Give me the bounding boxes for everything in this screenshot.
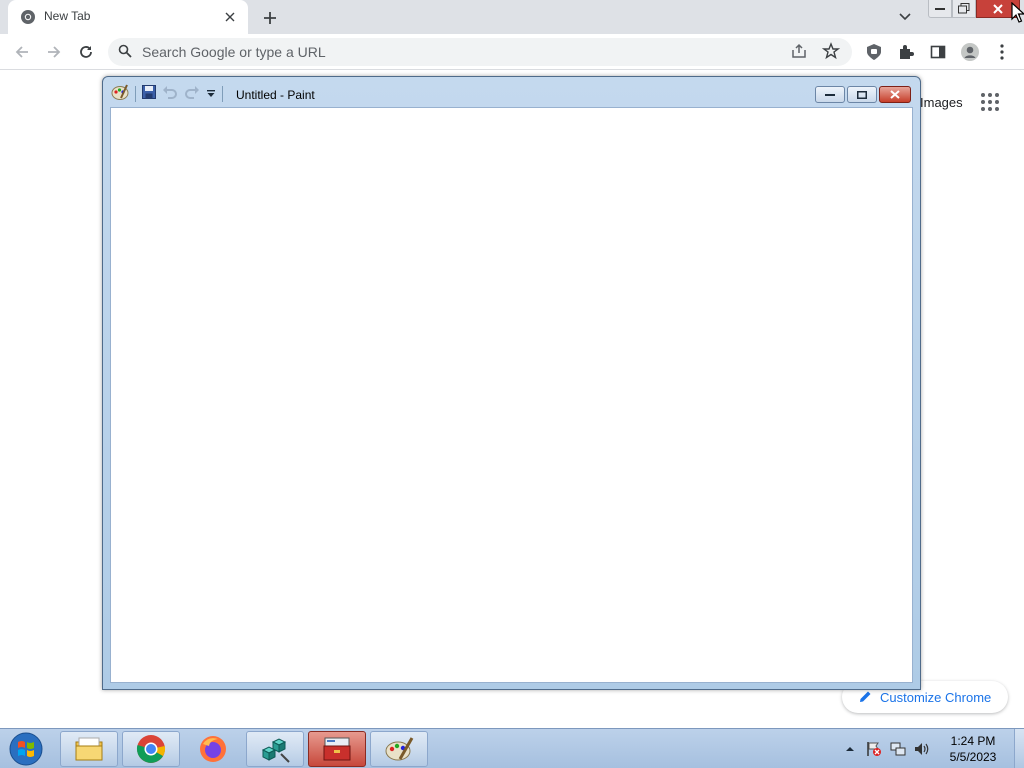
file-explorer-icon [75, 737, 103, 761]
new-tab-button[interactable] [258, 6, 282, 30]
taskbar-file-explorer[interactable] [60, 731, 118, 767]
tab-close-icon[interactable] [220, 7, 240, 27]
customize-chrome-label: Customize Chrome [880, 689, 992, 705]
taskbar-toolbox-app[interactable] [308, 731, 366, 767]
taskbar-chrome[interactable] [122, 731, 180, 767]
tab-strip: New Tab [0, 0, 1024, 34]
mouse-cursor-icon [1011, 1, 1024, 29]
tab-title: New Tab [44, 9, 91, 23]
quick-access-toolbar [111, 83, 223, 106]
share-icon[interactable] [790, 42, 808, 65]
chrome-favicon-icon [20, 9, 36, 25]
cubes-app-icon [261, 738, 290, 763]
paint-window: Untitled - Paint [102, 76, 921, 690]
firefox-icon [200, 736, 226, 762]
chrome-icon [136, 735, 166, 763]
omnibox-input[interactable] [142, 42, 742, 62]
omnibox[interactable] [108, 38, 852, 66]
taskbar: 1:24 PM 5/5/2023 [0, 728, 1024, 768]
tab-new-tab[interactable]: New Tab [8, 0, 248, 34]
google-apps-grid-icon[interactable] [980, 92, 1000, 112]
action-center-flag-icon[interactable] [866, 741, 882, 757]
tab-search-chevron-icon[interactable] [894, 6, 916, 28]
paint-minimize-button[interactable] [815, 86, 845, 103]
qat-separator [222, 86, 223, 102]
clock-time: 1:24 PM [950, 734, 996, 748]
extensions-puzzle-icon[interactable] [894, 40, 918, 64]
paint-icon [385, 737, 414, 761]
show-desktop-button[interactable] [1014, 729, 1024, 768]
taskbar-firefox[interactable] [184, 731, 242, 767]
reload-icon[interactable] [74, 40, 98, 64]
bookmark-star-icon[interactable] [821, 42, 841, 65]
shield-extension-icon[interactable] [862, 40, 886, 64]
qat-separator [135, 86, 136, 102]
back-arrow-icon[interactable] [10, 40, 34, 64]
qat-customize-dropdown-icon[interactable] [206, 85, 216, 103]
save-icon[interactable] [142, 84, 156, 104]
paint-titlebar[interactable]: Untitled - Paint [103, 77, 920, 107]
paint-close-button[interactable] [879, 86, 911, 103]
search-icon [118, 44, 132, 63]
start-button[interactable] [6, 730, 46, 768]
taskbar-cubes-app[interactable] [246, 731, 304, 767]
taskbar-clock[interactable]: 1:24 PM 5/5/2023 [940, 733, 1006, 765]
side-panel-icon[interactable] [926, 40, 950, 64]
volume-speaker-icon[interactable] [914, 741, 930, 757]
pencil-icon [860, 691, 871, 702]
images-link[interactable]: Images [920, 95, 963, 110]
toolbox-app-icon [323, 737, 351, 761]
paint-canvas[interactable] [110, 107, 913, 683]
more-menu-icon[interactable] [990, 40, 1014, 64]
profile-avatar-icon[interactable] [958, 40, 982, 64]
undo-icon[interactable] [162, 85, 178, 104]
paint-app-icon[interactable] [111, 83, 129, 106]
network-icon[interactable] [890, 741, 906, 757]
redo-icon[interactable] [184, 85, 200, 104]
window-minimize-button[interactable] [928, 0, 952, 18]
clock-date: 5/5/2023 [949, 750, 997, 764]
forward-arrow-icon[interactable] [42, 40, 66, 64]
window-restore-button[interactable] [952, 0, 976, 18]
show-hidden-icons-icon[interactable] [842, 741, 858, 757]
paint-maximize-button[interactable] [847, 86, 877, 103]
browser-toolbar [0, 34, 1024, 70]
paint-window-title: Untitled - Paint [236, 88, 315, 102]
taskbar-paint[interactable] [370, 731, 428, 767]
